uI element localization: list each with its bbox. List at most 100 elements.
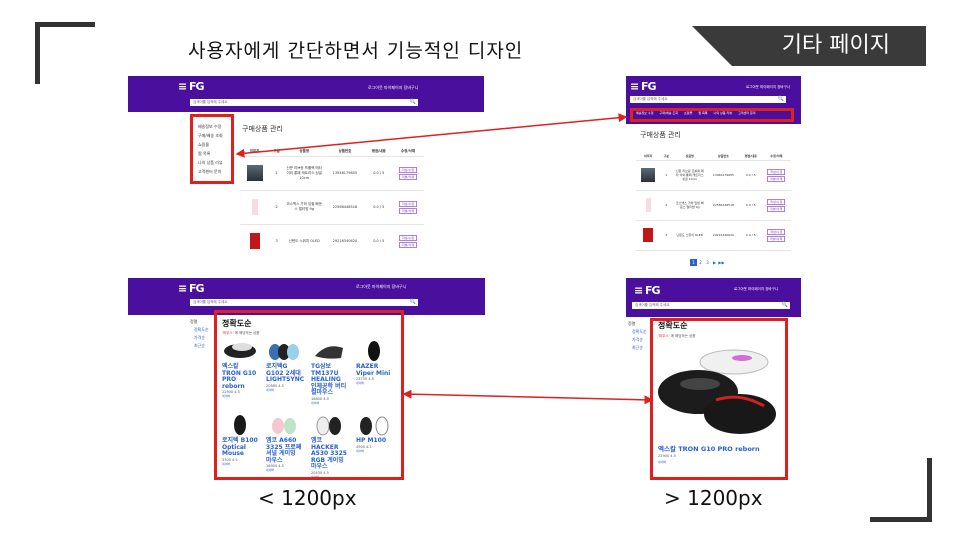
row-name: 코스맥스 가하 임팔 빠운스 멀티밤 9g — [284, 190, 325, 225]
page-button[interactable]: 1 — [690, 259, 697, 266]
search-button[interactable]: 🔍 — [776, 96, 786, 103]
col-header: 평점/내용 — [365, 148, 392, 157]
row-code: 29216340620 — [324, 224, 366, 252]
sort-option[interactable]: 최근순 — [190, 342, 209, 350]
row-no: 1 — [269, 156, 285, 191]
corner-decoration-top-left — [35, 22, 95, 84]
page-title: 구매상품 관리 — [242, 125, 283, 133]
mockup-manage-narrow: ≡ FG 로그아웃 마이페이지 장바구니 검색어를 입력해 주세요 🔍 배송정보… — [128, 76, 484, 252]
table-row: 3 닌텐도 스위치 OLED 29216340620 0.0 / 5 작성/수정… — [636, 220, 791, 251]
search-button[interactable]: 🔍 — [780, 302, 790, 309]
logo[interactable]: ≡ FG — [630, 80, 657, 93]
col-header: 평점/내용 — [740, 152, 762, 161]
delete-button[interactable]: 리뷰/삭제 — [767, 175, 786, 182]
sort-title: 정렬 — [628, 321, 636, 326]
edit-button[interactable]: 작성/수정 — [399, 166, 417, 173]
sort-sidebar: 정렬 정확도순 가격순 최근순 — [190, 318, 209, 350]
label-wide: > 1200px — [664, 486, 763, 510]
mockup-manage-wide: ≡ FG 로그아웃 마이페이지 장바구니 검색어를 입력해 주세요 🔍 배송정보… — [626, 76, 801, 272]
col-header: 상품명 — [672, 152, 707, 161]
mockup-search-narrow: ≡ FG 로그아웃 마이페이지 장바구니 검색어를 입력해 주세요 🔍 정렬 정… — [128, 278, 485, 482]
search-input[interactable]: 검색어를 입력해 주세요 — [632, 302, 786, 309]
sort-option[interactable]: 가격순 — [190, 334, 209, 342]
row-score: 0.0 / 5 — [365, 156, 392, 191]
search-button[interactable]: 🔍 — [408, 299, 418, 306]
edit-button[interactable]: 작성/수정 — [399, 234, 417, 241]
search-button[interactable]: 🔍 — [408, 99, 418, 106]
delete-button[interactable]: 리뷰/삭제 — [399, 241, 417, 248]
logo[interactable]: ≡ FG — [178, 80, 205, 93]
next-page-button[interactable]: ▶ — [711, 259, 718, 266]
row-code: 22566448518 — [706, 190, 741, 221]
table-row: 2 코스맥스 가하 임팔 빠운스 멀티밤 9g 22566448518 0.0 … — [636, 190, 791, 221]
row-score: 0.0 / 5 — [740, 190, 762, 221]
row-score: 0.0 / 5 — [740, 220, 762, 251]
edit-button[interactable]: 작성/수정 — [767, 228, 786, 235]
row-score: 0.0 / 5 — [740, 160, 762, 191]
header: ≡ FG 로그아웃 마이페이지 장바구니 검색어를 입력해 주세요 🔍 — [626, 278, 801, 317]
row-no: 2 — [660, 190, 673, 221]
sort-option[interactable]: 최근순 — [628, 344, 647, 352]
sort-option[interactable]: 정확도순 — [628, 328, 647, 336]
product-thumb — [246, 164, 263, 181]
row-score: 0.0 / 5 — [365, 190, 392, 225]
delete-button[interactable]: 리뷰/삭제 — [767, 205, 786, 212]
logo[interactable]: ≡ FG — [634, 284, 661, 297]
header-links[interactable]: 로그아웃 마이페이지 장바구니 — [734, 287, 778, 292]
search-input[interactable]: 검색어를 입력해 주세요 — [190, 99, 414, 106]
page-button[interactable]: 3 — [704, 259, 711, 266]
sort-option[interactable]: 가격순 — [628, 336, 647, 344]
search-input[interactable]: 검색어를 입력해 주세요 — [630, 96, 780, 103]
highlight-box — [190, 114, 234, 184]
pagination: 1 2 3 ▶ ▶▶ — [690, 259, 725, 266]
highlight-box — [650, 318, 788, 480]
purchase-table: 이미지 구분 상품명 상품번호 평점/내용 수정/삭제 1 신문 리브랑 프롤렉… — [636, 152, 791, 251]
product-thumb — [251, 198, 258, 215]
page-title: 구매상품 관리 — [640, 131, 681, 139]
row-name: 신문 리브랑 프롤렉 메타 이외 롱패 캐트리스 싱글 10cm — [672, 160, 707, 191]
label-narrow: < 1200px — [258, 486, 357, 510]
header-links[interactable]: 로그아웃 마이페이지 장바구니 — [356, 284, 406, 290]
product-thumb — [249, 232, 260, 249]
delete-button[interactable]: 리뷰/삭제 — [399, 207, 417, 214]
row-code: 13946179605 — [324, 156, 366, 191]
edit-button[interactable]: 작성/수정 — [767, 168, 786, 175]
col-header: 상품번호 — [324, 148, 366, 157]
row-score: 0.0 / 5 — [365, 224, 392, 252]
header-links[interactable]: 로그아웃 마이페이지 장바구니 — [746, 85, 790, 90]
search-input[interactable]: 검색어를 입력해 주세요 — [190, 299, 414, 306]
delete-button[interactable]: 리뷰/삭제 — [767, 235, 786, 242]
row-code: 22566448518 — [324, 190, 366, 225]
logo[interactable]: ≡ FG — [178, 282, 205, 295]
page-button[interactable]: 2 — [697, 259, 704, 266]
col-header: 상품번호 — [706, 152, 741, 161]
product-thumb — [645, 197, 651, 212]
product-thumb — [641, 167, 655, 182]
row-no: 1 — [660, 160, 673, 191]
delete-button[interactable]: 리뷰/삭제 — [399, 173, 417, 180]
col-header: 구분 — [269, 148, 285, 157]
edit-button[interactable]: 작성/수정 — [399, 200, 417, 207]
row-no: 3 — [660, 220, 673, 251]
row-code: 29216340620 — [706, 220, 741, 251]
col-header: 수정/삭제 — [761, 152, 791, 161]
row-code: 13946179605 — [706, 160, 741, 191]
edit-button[interactable]: 작성/수정 — [767, 198, 786, 205]
col-header: 이미지 — [636, 152, 661, 161]
mockup-search-wide: ≡ FG 로그아웃 마이페이지 장바구니 검색어를 입력해 주세요 🔍 정렬 정… — [626, 278, 801, 482]
row-name: 닌텐도 스위치 OLED — [284, 224, 325, 252]
last-page-button[interactable]: ▶▶ — [718, 259, 725, 266]
highlight-box — [214, 310, 404, 480]
sort-sidebar: 정렬 정확도순 가격순 최근순 — [628, 320, 647, 352]
sort-option[interactable]: 정확도순 — [190, 326, 209, 334]
slide-subtitle: 사용자에게 간단하면서 기능적인 디자인 — [188, 40, 524, 62]
product-thumb — [643, 227, 653, 242]
col-header: 수정/삭제 — [392, 148, 424, 157]
highlight-box — [630, 108, 794, 122]
col-header: 상품명 — [284, 148, 325, 157]
row-name: 신문 리브랑 프롤렉 메타 이외 롱패 캐트리스 싱글 10cm — [284, 156, 325, 191]
header-links[interactable]: 로그아웃 마이페이지 장바구니 — [368, 85, 418, 91]
slide-tag: 기타 페이지 — [692, 26, 926, 66]
col-header: 이미지 — [240, 148, 270, 157]
purchase-table: 이미지 구분 상품명 상품번호 평점/내용 수정/삭제 1 신문 리브랑 프롤렉… — [240, 148, 424, 252]
